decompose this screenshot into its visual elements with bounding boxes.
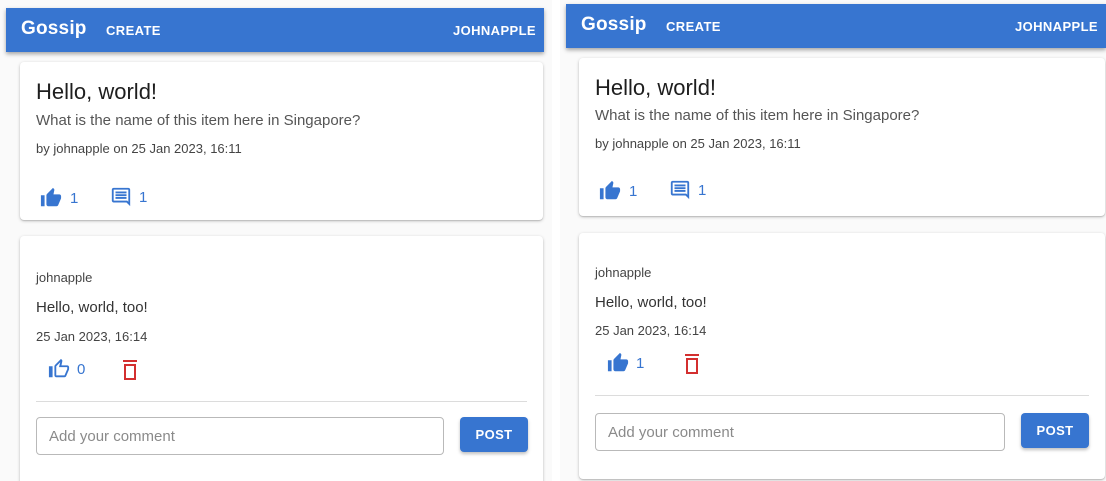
post-like-button[interactable]: 1 (598, 180, 637, 202)
trash-icon (685, 354, 699, 374)
screen-after: Gossip CREATE JOHNAPPLE Hello, world! Wh… (560, 0, 1106, 481)
post-like-count: 1 (629, 182, 638, 200)
post-title: Hello, world! (595, 75, 717, 100)
comment-text: Hello, world, too! (36, 299, 148, 316)
comment-author: johnapple (36, 270, 93, 285)
create-link[interactable]: CREATE (666, 19, 721, 34)
thumb-up-filled-icon (40, 187, 62, 207)
comment-divider (36, 401, 527, 402)
post-card: Hello, world! What is the name of this i… (20, 62, 543, 220)
post-card: Hello, world! What is the name of this i… (579, 58, 1105, 216)
comment-card: johnapple Hello, world, too! 25 Jan 2023… (20, 236, 543, 481)
comment-input[interactable] (595, 413, 1005, 451)
brand-link[interactable]: Gossip (581, 14, 647, 36)
comment-time: 25 Jan 2023, 16:14 (36, 329, 148, 344)
app-bar: Gossip CREATE JOHNAPPLE (566, 4, 1106, 48)
comment-like-button[interactable]: 1 (607, 352, 644, 374)
create-link[interactable]: CREATE (106, 23, 161, 38)
comment-author: johnapple (595, 265, 652, 280)
post-like-button[interactable]: 1 (39, 187, 78, 209)
post-body: What is the name of this item here in Si… (595, 107, 920, 124)
app-bar: Gossip CREATE JOHNAPPLE (6, 8, 544, 52)
comment-like-count: 0 (77, 360, 86, 378)
post-comment-button[interactable]: POST (1021, 413, 1089, 448)
post-comment-count: 1 (698, 181, 707, 199)
user-menu[interactable]: JOHNAPPLE (1015, 19, 1098, 34)
comment-like-button[interactable]: 0 (48, 358, 85, 380)
comment-card: johnapple Hello, world, too! 25 Jan 2023… (579, 233, 1105, 479)
comment-input[interactable] (36, 417, 444, 455)
user-menu[interactable]: JOHNAPPLE (453, 23, 536, 38)
post-comment-count: 1 (139, 188, 148, 206)
post-meta: by johnapple on 25 Jan 2023, 16:11 (36, 141, 242, 156)
post-title: Hello, world! (36, 79, 158, 104)
screen-before: Gossip CREATE JOHNAPPLE Hello, world! Wh… (0, 0, 552, 481)
post-comment-button[interactable]: 1 (110, 186, 147, 208)
post-meta: by johnapple on 25 Jan 2023, 16:11 (595, 136, 801, 151)
comment-text: Hello, world, too! (595, 294, 707, 311)
post-body: What is the name of this item here in Si… (36, 112, 361, 129)
comment-time: 25 Jan 2023, 16:14 (595, 323, 707, 338)
thumb-up-outline-icon (48, 358, 70, 378)
comment-like-count: 1 (636, 354, 645, 372)
comment-delete-button[interactable] (120, 359, 140, 381)
post-comment-button[interactable]: POST (460, 417, 528, 452)
trash-icon (123, 360, 137, 380)
comment-icon (670, 180, 690, 200)
post-comment-button[interactable]: 1 (669, 179, 706, 201)
brand-link[interactable]: Gossip (21, 18, 87, 40)
comment-delete-button[interactable] (682, 353, 702, 375)
thumb-up-filled-icon (607, 352, 629, 372)
comment-icon (111, 187, 131, 207)
post-like-count: 1 (70, 189, 79, 207)
comment-divider (595, 395, 1089, 396)
thumb-up-filled-icon (599, 180, 621, 200)
